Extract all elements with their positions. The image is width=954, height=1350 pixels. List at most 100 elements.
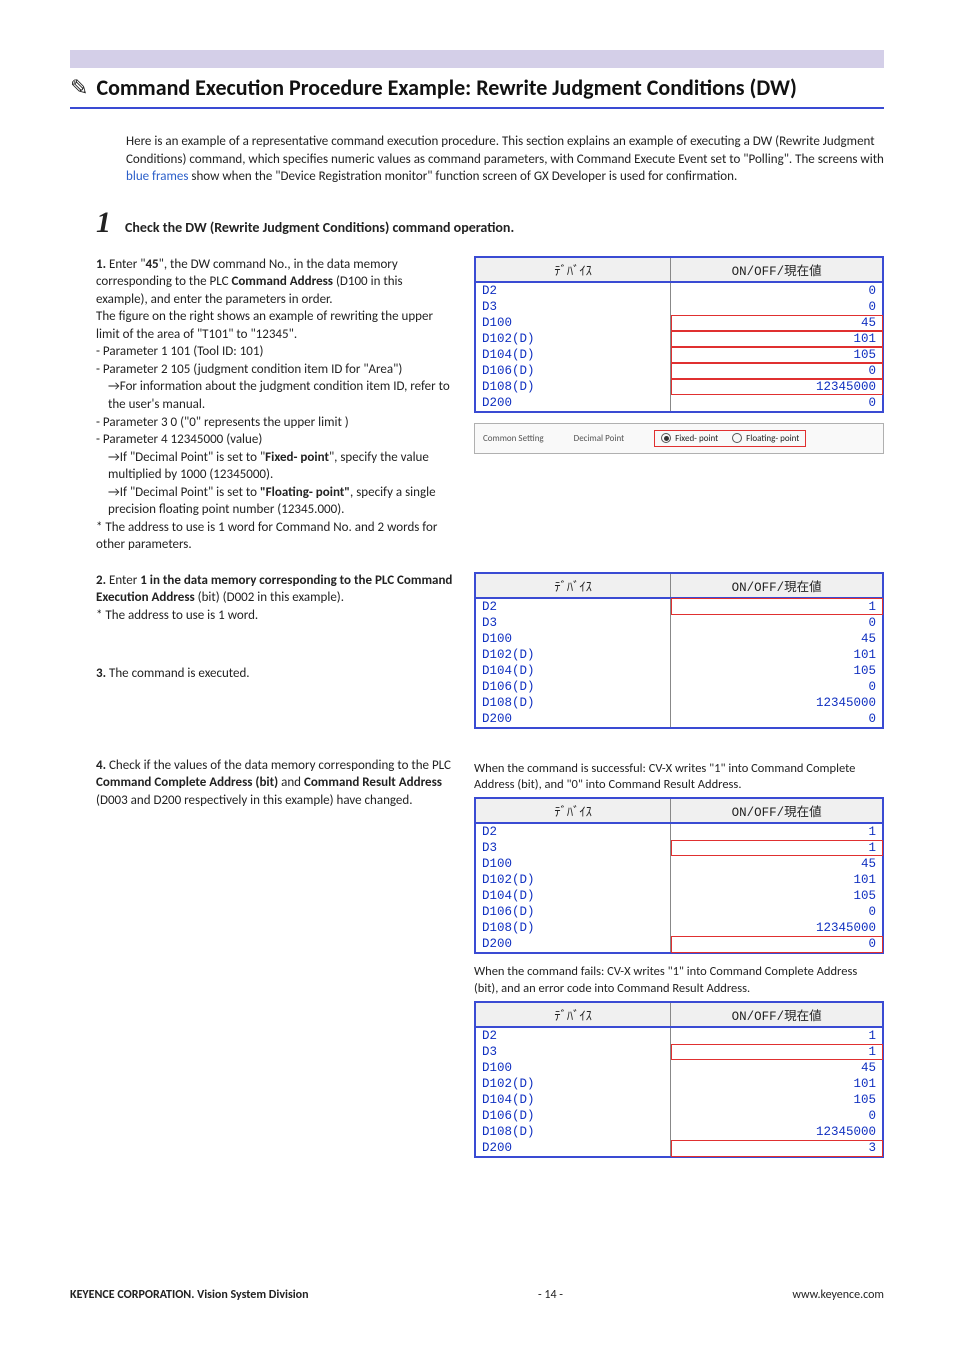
s4-pre: Check if the values of the data memory c… — [106, 758, 451, 773]
intro-text-a: Here is an example of a representative c… — [126, 134, 884, 167]
s4-lead: 4. — [96, 758, 106, 773]
cell: D2 — [475, 823, 671, 840]
cell: D2 — [475, 1027, 671, 1044]
th-value: ON/OFF/現在値 — [671, 257, 883, 282]
title-row: ✎ Command Execution Procedure Example: R… — [70, 74, 884, 109]
cell: D200 — [475, 1140, 671, 1157]
substep-2-3-text: 2. Enter 1 in the data memory correspond… — [96, 572, 456, 739]
substep-4-text: 4. Check if the values of the data memor… — [96, 757, 456, 1168]
intro: Here is an example of a representative c… — [126, 133, 884, 186]
top-accent-bar — [70, 50, 884, 68]
device-table-3: ﾃﾞﾊﾞｲｽON/OFF/現在値 D21 D31 D10045 D102(D)1… — [474, 797, 884, 954]
table-row: D2000 — [475, 395, 883, 412]
table-row: D10045 — [475, 1060, 883, 1076]
step-head: 1 Check the DW (Rewrite Judgment Conditi… — [96, 208, 884, 238]
cell: D104(D) — [475, 347, 671, 363]
cell: D3 — [475, 840, 671, 856]
device-table-1: ﾃﾞﾊﾞｲｽON/OFF/現在値 D20 D30 D10045 D102(D)1… — [474, 256, 884, 413]
table-row: D106(D)0 — [475, 904, 883, 920]
cell: 105 — [671, 663, 883, 679]
s4-post: (D003 and D200 respectively in this exam… — [96, 793, 413, 808]
cell: 12345000 — [671, 695, 883, 711]
cell: D100 — [475, 315, 671, 331]
cell: 45 — [671, 631, 883, 647]
table-row: D108(D)12345000 — [475, 920, 883, 936]
cell: D2 — [475, 282, 671, 299]
substep-4-figure: When the command is successful: CV-X wri… — [474, 757, 884, 1168]
cell: 105 — [671, 347, 883, 363]
cell: D102(D) — [475, 331, 671, 347]
table-row: D108(D)12345000 — [475, 695, 883, 711]
s1-t1b: 45 — [145, 257, 158, 272]
s1-p4b-b: "Floating- point" — [260, 485, 350, 500]
cell: D106(D) — [475, 363, 671, 379]
cell: 0 — [671, 1108, 883, 1124]
cell: 1 — [671, 1027, 883, 1044]
th-value: ON/OFF/現在値 — [671, 573, 883, 598]
cell: D3 — [475, 1044, 671, 1060]
table-row: D31 — [475, 840, 883, 856]
cell: 0 — [671, 395, 883, 412]
s3: 3. The command is executed. — [96, 665, 456, 683]
cell: 12345000 — [671, 920, 883, 936]
cell: 1 — [671, 840, 883, 856]
device-table-2: ﾃﾞﾊﾞｲｽON/OFF/現在値 D21 D30 D10045 D102(D)1… — [474, 572, 884, 729]
intro-text-b: show when the "Device Registration monit… — [188, 169, 737, 184]
table-row: D21 — [475, 823, 883, 840]
caption-success: When the command is successful: CV-X wri… — [474, 761, 884, 794]
step-1: 1 Check the DW (Rewrite Judgment Conditi… — [96, 208, 884, 1168]
caption-fail: When the command fails: CV-X writes "1" … — [474, 964, 884, 997]
opt-label: Fixed- point — [675, 433, 718, 444]
cell: D102(D) — [475, 1076, 671, 1092]
table-row: D102(D)101 — [475, 872, 883, 888]
table-row: D2000 — [475, 936, 883, 953]
cell: 101 — [671, 647, 883, 663]
radio-fixed-point[interactable]: Fixed- point — [661, 433, 718, 444]
cell: D3 — [475, 615, 671, 631]
table-row: D102(D)101 — [475, 331, 883, 347]
cell: 0 — [671, 711, 883, 728]
cell: D100 — [475, 856, 671, 872]
substep-1-figure: ﾃﾞﾊﾞｲｽON/OFF/現在値 D20 D30 D10045 D102(D)1… — [474, 256, 884, 554]
cell: 0 — [671, 299, 883, 315]
table-row: D30 — [475, 299, 883, 315]
substep-2-3: 2. Enter 1 in the data memory correspond… — [96, 572, 884, 739]
s1-p1: - Parameter 1 101 (Tool ID: 101) — [96, 343, 456, 361]
cell: 12345000 — [671, 1124, 883, 1140]
cell: D102(D) — [475, 872, 671, 888]
table-row: D108(D)12345000 — [475, 379, 883, 395]
s2-post: (bit) (D002 in this example). — [195, 590, 344, 605]
cell: 45 — [671, 1060, 883, 1076]
cell: 0 — [671, 904, 883, 920]
cell: D108(D) — [475, 379, 671, 395]
step-number: 1 — [96, 208, 111, 238]
substep-2-figure: ﾃﾞﾊﾞｲｽON/OFF/現在値 D21 D30 D10045 D102(D)1… — [474, 572, 884, 739]
table-row: D102(D)101 — [475, 1076, 883, 1092]
cell: 45 — [671, 315, 883, 331]
s2-lead: 2. — [96, 573, 106, 588]
intro-blue: blue frames — [126, 169, 188, 184]
table-row: D2003 — [475, 1140, 883, 1157]
cell: D3 — [475, 299, 671, 315]
substep-4: 4. Check if the values of the data memor… — [96, 757, 884, 1168]
th-device: ﾃﾞﾊﾞｲｽ — [475, 573, 671, 598]
s1-lead: 1. — [96, 257, 106, 272]
setting-label: Decimal Point — [574, 433, 624, 444]
cell: 101 — [671, 1076, 883, 1092]
s2: 2. Enter 1 in the data memory correspond… — [96, 572, 456, 625]
substep-1-text: 1. Enter "45", the DW command No., in th… — [96, 256, 456, 554]
cell: D100 — [475, 1060, 671, 1076]
page-title: Command Execution Procedure Example: Rew… — [96, 74, 796, 101]
s4-b2: Command Result Address — [304, 775, 442, 790]
s4-b1: Command Complete Address (bit) — [96, 775, 278, 790]
table-row: D104(D)105 — [475, 888, 883, 904]
table-row: D104(D)105 — [475, 347, 883, 363]
pencil-icon: ✎ — [70, 74, 88, 101]
cell: 0 — [671, 679, 883, 695]
cell: D106(D) — [475, 904, 671, 920]
cell: 101 — [671, 331, 883, 347]
cell: D200 — [475, 395, 671, 412]
table-row: D2000 — [475, 711, 883, 728]
radio-floating-point[interactable]: Floating- point — [732, 433, 799, 444]
substep-1: 1. Enter "45", the DW command No., in th… — [96, 256, 884, 554]
